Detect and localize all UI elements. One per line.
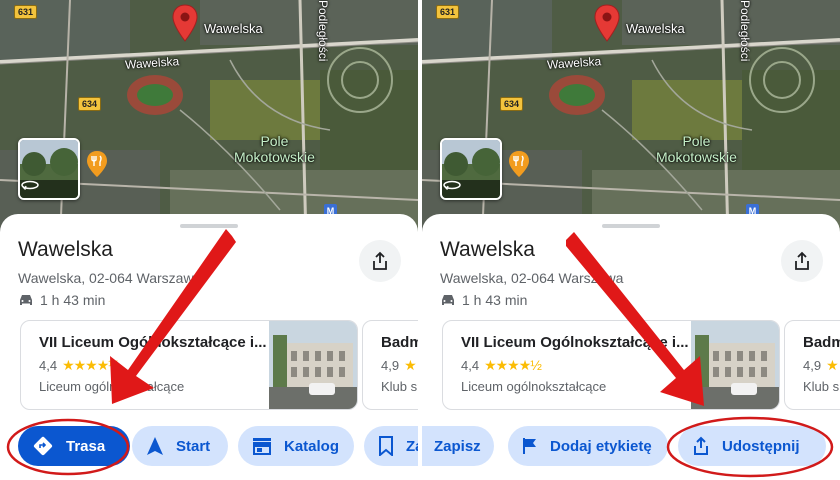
bookmark-icon (378, 436, 394, 456)
location-pin-icon[interactable] (172, 4, 198, 42)
park-label: Pole Mokotowskie (234, 133, 315, 165)
place-bottom-sheet: Wawelska Wawelska, 02-064 Warszawa 1 h 4… (422, 214, 840, 480)
share-label: Udostępnij (722, 437, 800, 455)
restaurant-pin-icon[interactable] (508, 150, 530, 178)
street-label-vertical: Podległości (316, 0, 330, 62)
start-navigation-button[interactable]: Start (132, 426, 228, 466)
map-imagery (422, 0, 840, 240)
card-category: Liceum ogólnokształcące (461, 379, 607, 394)
route-shield: 631 (14, 5, 38, 19)
location-pin-icon[interactable] (594, 4, 620, 42)
park-label: Pole Mokotowskie (656, 133, 737, 165)
card-category: Klub sp (803, 379, 840, 394)
nearby-place-card[interactable]: VII Liceum Ogólnokształcące i... 4,4 ★★★… (20, 320, 358, 410)
route-shield: 634 (500, 97, 524, 111)
duration-text: 1 h 43 min (462, 292, 528, 308)
catalog-label: Katalog (284, 437, 340, 455)
place-address: Wawelska, 02-064 Warszawa (440, 270, 624, 286)
save-button[interactable]: Zapisz (364, 426, 418, 466)
screenshot-left: 631 634 Wawelska Wawelska Podległości Po… (0, 0, 418, 480)
star-icon: ★ (404, 357, 417, 373)
card-category: Klub sp (381, 379, 418, 394)
drag-handle[interactable] (602, 224, 660, 228)
card-rating: 4,9 ★ (381, 357, 417, 374)
share-chip-button[interactable]: Udostępnij (678, 426, 826, 466)
card-rating: 4,4 ★★★★½ (39, 357, 120, 374)
share-icon (373, 251, 387, 270)
star-rating-icon: ★★★★½ (62, 357, 120, 373)
nearby-place-card[interactable]: Badm 4,9 ★ Klub sp (362, 320, 418, 410)
satellite-map[interactable]: 631 634 Wawelska Wawelska Podległości Po… (422, 0, 840, 240)
nearby-place-card[interactable]: VII Liceum Ogólnokształcące i... 4,4 ★★★… (442, 320, 780, 410)
rating-value: 4,4 (39, 358, 58, 373)
card-name: VII Liceum Ogólnokształcące i... (39, 334, 267, 351)
save-button[interactable]: Zapisz (422, 426, 494, 466)
route-shield: 631 (436, 5, 460, 19)
street-view-thumbnail[interactable] (18, 138, 80, 200)
route-shield: 634 (78, 97, 102, 111)
place-title: Wawelska (440, 238, 535, 261)
card-rating: 4,9 ★ (803, 357, 839, 374)
add-label-button[interactable]: Dodaj etykietę (508, 426, 668, 466)
card-name: Badm (803, 334, 840, 351)
share-button[interactable] (359, 240, 401, 282)
directions-label: Trasa (66, 437, 106, 455)
place-photo (691, 321, 779, 409)
car-icon (442, 295, 454, 305)
travel-duration: 1 h 43 min (440, 292, 527, 308)
card-category: Liceum ogólnokształcące (39, 379, 185, 394)
catalog-button[interactable]: Katalog (238, 426, 354, 466)
card-rating: 4,4 ★★★★½ (461, 357, 542, 374)
street-view-thumbnail[interactable] (440, 138, 502, 200)
rotate-360-icon (442, 180, 500, 198)
share-icon (692, 436, 710, 456)
directions-icon (32, 435, 54, 457)
rating-value: 4,9 (381, 358, 400, 373)
save-label: Zapisz (406, 437, 418, 455)
nearby-place-card[interactable]: Badm 4,9 ★ Klub sp (784, 320, 840, 410)
car-icon (20, 295, 32, 305)
travel-duration: 1 h 43 min (18, 292, 105, 308)
place-address: Wawelska, 02-064 Warszawa (18, 270, 202, 286)
duration-text: 1 h 43 min (40, 292, 106, 308)
place-title: Wawelska (18, 238, 113, 261)
navigation-arrow-icon (146, 436, 164, 456)
place-bottom-sheet: Wawelska Wawelska, 02-064 Warszawa 1 h 4… (0, 214, 418, 480)
map-pin-label: Wawelska (204, 21, 263, 36)
street-label-vertical: Podległości (738, 0, 752, 62)
map-imagery (0, 0, 418, 240)
card-name: Badm (381, 334, 418, 351)
screenshot-right: 631 634 Wawelska Wawelska Podległości Po… (422, 0, 840, 480)
rotate-360-icon (20, 180, 78, 198)
directions-button[interactable]: Trasa (18, 426, 130, 466)
card-name: VII Liceum Ogólnokształcące i... (461, 334, 689, 351)
rating-value: 4,9 (803, 358, 822, 373)
star-icon: ★ (826, 357, 839, 373)
drag-handle[interactable] (180, 224, 238, 228)
map-pin-label: Wawelska (626, 21, 685, 36)
start-label: Start (176, 437, 211, 455)
star-rating-icon: ★★★★½ (484, 357, 542, 373)
add-label-text: Dodaj etykietę (550, 437, 652, 455)
rating-value: 4,4 (461, 358, 480, 373)
share-button[interactable] (781, 240, 823, 282)
flag-icon (522, 437, 538, 455)
storefront-icon (252, 437, 272, 455)
satellite-map[interactable]: 631 634 Wawelska Wawelska Podległości Po… (0, 0, 418, 240)
restaurant-pin-icon[interactable] (86, 150, 108, 178)
save-label: Zapisz (434, 437, 481, 455)
share-icon (795, 251, 809, 270)
place-photo (269, 321, 357, 409)
